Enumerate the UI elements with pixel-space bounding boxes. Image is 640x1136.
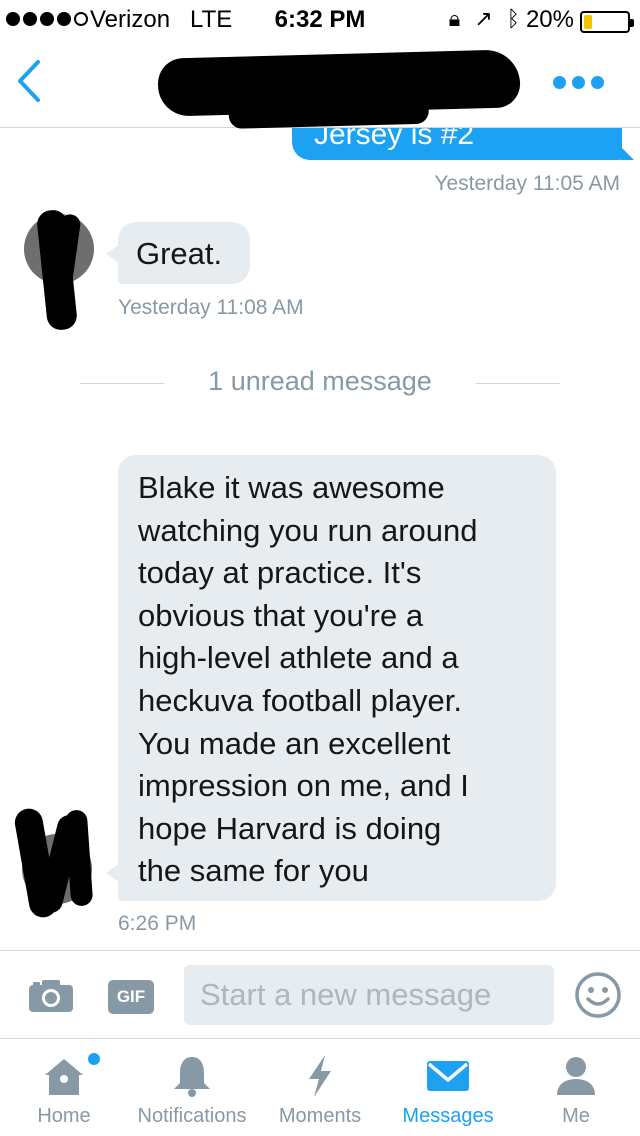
tab-messages[interactable]: Messages — [384, 1039, 512, 1136]
unread-label: 1 unread message — [208, 366, 432, 396]
camera-icon — [29, 980, 73, 1012]
smiley-icon — [575, 972, 621, 1018]
received-message-text: Blake it was awesome watching you run ar… — [138, 470, 478, 889]
received-message-bubble[interactable]: Blake it was awesome watching you run ar… — [106, 455, 556, 901]
avatar[interactable] — [12, 806, 94, 920]
tab-moments[interactable]: Moments — [256, 1039, 384, 1136]
tab-notifications[interactable]: Notifications — [128, 1039, 256, 1136]
tab-label: Messages — [402, 1105, 494, 1127]
tab-me[interactable]: Me — [512, 1039, 640, 1136]
message-input[interactable] — [184, 965, 554, 1025]
more-options-button[interactable] — [553, 76, 604, 89]
tab-label: Moments — [278, 1105, 362, 1127]
conversation-header — [0, 40, 640, 128]
person-icon — [557, 1057, 595, 1095]
received-message-time: Yesterday 11:08 AM — [118, 296, 304, 319]
received-message-time: 6:26 PM — [118, 912, 197, 935]
tab-label: Me — [562, 1105, 590, 1127]
conversation-thread[interactable]: Jersey is #2 Yesterday 11:05 AM Great. Y… — [0, 0, 640, 950]
chevron-left-icon — [18, 60, 40, 102]
received-message-text: Great. — [136, 236, 223, 271]
home-notification-dot — [88, 1053, 100, 1065]
redacted-contact-name — [157, 49, 521, 117]
received-message-bubble[interactable]: Great. — [106, 222, 250, 284]
envelope-icon — [427, 1061, 469, 1091]
lightning-icon — [309, 1055, 331, 1097]
gif-button[interactable]: GIF — [108, 980, 154, 1014]
tab-bar: Home Notifications Moments Messages Me — [0, 1038, 640, 1136]
sent-message-time: Yesterday 11:05 AM — [434, 172, 620, 195]
bell-icon — [174, 1057, 210, 1097]
message-composer: GIF — [0, 950, 640, 1038]
avatar[interactable] — [24, 208, 94, 332]
tab-label: Home — [37, 1105, 91, 1127]
back-button[interactable] — [14, 58, 54, 108]
home-icon — [45, 1059, 83, 1095]
unread-divider: 1 unread message — [80, 366, 560, 400]
emoji-button[interactable] — [574, 971, 622, 1019]
tab-label: Notifications — [137, 1105, 247, 1127]
tab-home[interactable]: Home — [0, 1039, 128, 1136]
camera-button[interactable] — [28, 979, 74, 1013]
